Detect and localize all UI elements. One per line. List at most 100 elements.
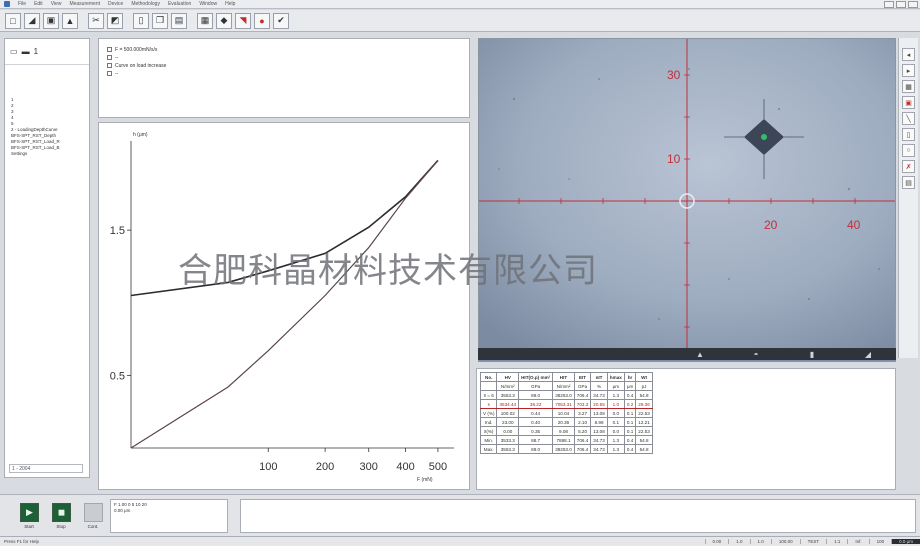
legend-item[interactable]: -- — [107, 54, 461, 62]
measure-line-icon[interactable]: ╲ — [902, 112, 915, 125]
start-button[interactable]: ▶ — [20, 503, 39, 522]
unit-cell — [479, 381, 498, 391]
tree-item[interactable]: Settings — [11, 151, 60, 157]
table-cell: 38253.0 — [552, 444, 575, 454]
table-units-row: N/mm² GPa N/mm² GPa % μm μm pJ — [479, 381, 653, 391]
camera-icon[interactable]: ▲ — [672, 350, 728, 359]
menu-device[interactable]: Device — [108, 1, 123, 7]
export-icon[interactable]: ◢ — [840, 350, 896, 359]
app-icon — [4, 1, 10, 7]
table-cell: 8.98 — [590, 417, 608, 427]
legend-checkbox[interactable] — [107, 71, 112, 77]
open-icon[interactable]: ◢ — [24, 12, 40, 29]
microscope-svg: 30 10 20 40 — [479, 39, 895, 357]
table-row[interactable]: s 3534.44 38.22 7053.31 703.3 20.55 1.0 0.2 29.3… — [479, 399, 653, 409]
table-cell: 29.36 — [635, 399, 653, 409]
legend-item[interactable]: F = 500.000mN/s/s — [107, 46, 461, 54]
table-cell: 89.0 — [518, 390, 554, 400]
microscope-image[interactable]: 30 10 20 40 — [478, 38, 896, 362]
status-field: Inf. — [847, 539, 868, 544]
page-icon[interactable]: ▯ — [902, 128, 915, 141]
table-cell: 7888.1 — [552, 435, 575, 445]
minimize-button[interactable] — [884, 1, 894, 8]
menu-view[interactable]: View — [51, 1, 62, 7]
column-header[interactable]: EIT — [573, 372, 592, 382]
focus-icon[interactable]: ▮ — [784, 350, 840, 359]
legend-item[interactable]: Curve on load increase — [107, 62, 461, 70]
grid-icon[interactable]: ▦ — [902, 80, 915, 93]
table-cell: 3534.44 — [496, 399, 520, 409]
menu-window[interactable]: Window — [199, 1, 217, 7]
control-area: ▶ Start ◼ Stop Cont. F 1.00 0 5 10 20 0.… — [0, 494, 920, 536]
close-button[interactable] — [908, 1, 918, 8]
curve-legend: F = 500.000mN/s/s -- Curve on load incre… — [98, 38, 470, 118]
table-cell: 3533.3 — [496, 435, 520, 445]
record-icon[interactable]: ● — [254, 12, 270, 29]
menu-methodology[interactable]: Methodology — [131, 1, 160, 7]
legend-checkbox[interactable] — [107, 55, 112, 61]
column-header[interactable]: HIT — [552, 372, 575, 382]
continue-button[interactable] — [84, 503, 103, 522]
marker-icon[interactable]: ◥ — [235, 12, 251, 29]
table-cell: 22.53 — [635, 408, 653, 418]
column-header[interactable]: Wt — [635, 372, 653, 382]
table-row[interactable]: Ind. 23.00 0.40 20.36 2.10 8.98 0.1 0.1 12.21 — [479, 417, 653, 427]
menu-measurement[interactable]: Measurement — [69, 1, 100, 7]
check-icon[interactable]: ✔ — [273, 12, 289, 29]
table-cell: 0.40 — [518, 417, 554, 427]
tool-icon[interactable]: ✗ — [902, 160, 915, 173]
table-cell: 0.1 — [623, 426, 637, 436]
table-cell: 88.7 — [518, 435, 554, 445]
tree-db-icon[interactable]: ▬ — [22, 47, 30, 56]
grid-icon[interactable]: ▦ — [197, 12, 213, 29]
export-icon[interactable]: ▤ — [902, 176, 915, 189]
paste-icon[interactable]: ▤ — [171, 12, 187, 29]
legend-item[interactable]: -- — [107, 70, 461, 78]
column-header[interactable]: hr — [623, 372, 637, 382]
page-icon[interactable]: ▯ — [133, 12, 149, 29]
copy-icon[interactable]: ❐ — [152, 12, 168, 29]
table-cell: 1.3 — [606, 435, 625, 445]
table-row[interactable]: Min. 3533.3 88.7 7888.1 706.4 34.73 1.3 0.4 54.8 — [479, 435, 653, 445]
cut-icon[interactable]: ✂ — [88, 12, 104, 29]
tree-folder-icon[interactable]: ▭ — [10, 47, 18, 56]
column-header[interactable]: nIT — [590, 372, 608, 382]
table-cell: 1.0 — [606, 399, 625, 409]
table-row[interactable]: V (%) 100.02 0.44 10.04 3.27 13.08 0.0 0.1 22.53 — [479, 408, 653, 418]
maximize-button[interactable] — [896, 1, 906, 8]
image-axis-label: 20 — [764, 218, 778, 232]
table-cell: Ind. — [479, 417, 498, 427]
stop-button[interactable]: ◼ — [52, 503, 71, 522]
legend-checkbox[interactable] — [107, 63, 112, 69]
mark-icon[interactable]: ▣ — [902, 96, 915, 109]
zoom-icon[interactable]: ○ — [902, 144, 915, 157]
save-icon[interactable]: ▣ — [43, 12, 59, 29]
table-row[interactable]: x̄(%) 0.00 0.35 9.08 5.20 13.08 0.0 0.1 22.53 — [479, 426, 653, 436]
select-arrow-icon[interactable]: ◂ — [902, 48, 915, 61]
legend-checkbox[interactable] — [107, 47, 112, 53]
image-toolbar: ▲ ◓ ▮ ◢ — [478, 348, 896, 360]
status-field: 1.0 — [749, 539, 771, 544]
table-cell: s — [479, 399, 498, 409]
menu-evaluation[interactable]: Evaluation — [168, 1, 191, 7]
table-cell: 38253.0 — [552, 390, 575, 400]
menu-file[interactable]: File — [18, 1, 26, 7]
tree-footer-field[interactable]: 1 - 2004 — [9, 464, 83, 473]
new-file-icon[interactable]: □ — [5, 12, 21, 29]
table-cell: 706.4 — [573, 390, 592, 400]
measure-icon[interactable]: ◩ — [107, 12, 123, 29]
table-cell: 23.00 — [496, 417, 520, 427]
indent-icon[interactable]: ◆ — [216, 12, 232, 29]
column-header[interactable]: HIT(O.p) mm² — [518, 372, 554, 382]
column-header[interactable]: hmax — [606, 372, 625, 382]
column-header[interactable]: HV — [496, 372, 520, 382]
table-row[interactable]: x̄ = 6 3553.3 89.0 38253.0 706.4 34.73 1.3 0.4 5… — [479, 390, 653, 400]
menu-edit[interactable]: Edit — [34, 1, 43, 7]
table-row[interactable]: Max. 3553.3 89.0 38253.0 706.4 34.73 1.3 0.4 54.… — [479, 444, 653, 454]
play-icon[interactable]: ▸ — [902, 64, 915, 77]
zoom-icon[interactable]: ◓ — [728, 350, 784, 359]
menu-help[interactable]: Help — [225, 1, 235, 7]
table-header-row: No. HV HIT(O.p) mm² HIT EIT nIT hmax hr … — [479, 372, 653, 382]
column-header[interactable]: No. — [479, 372, 498, 382]
print-icon[interactable]: ▲ — [62, 12, 78, 29]
